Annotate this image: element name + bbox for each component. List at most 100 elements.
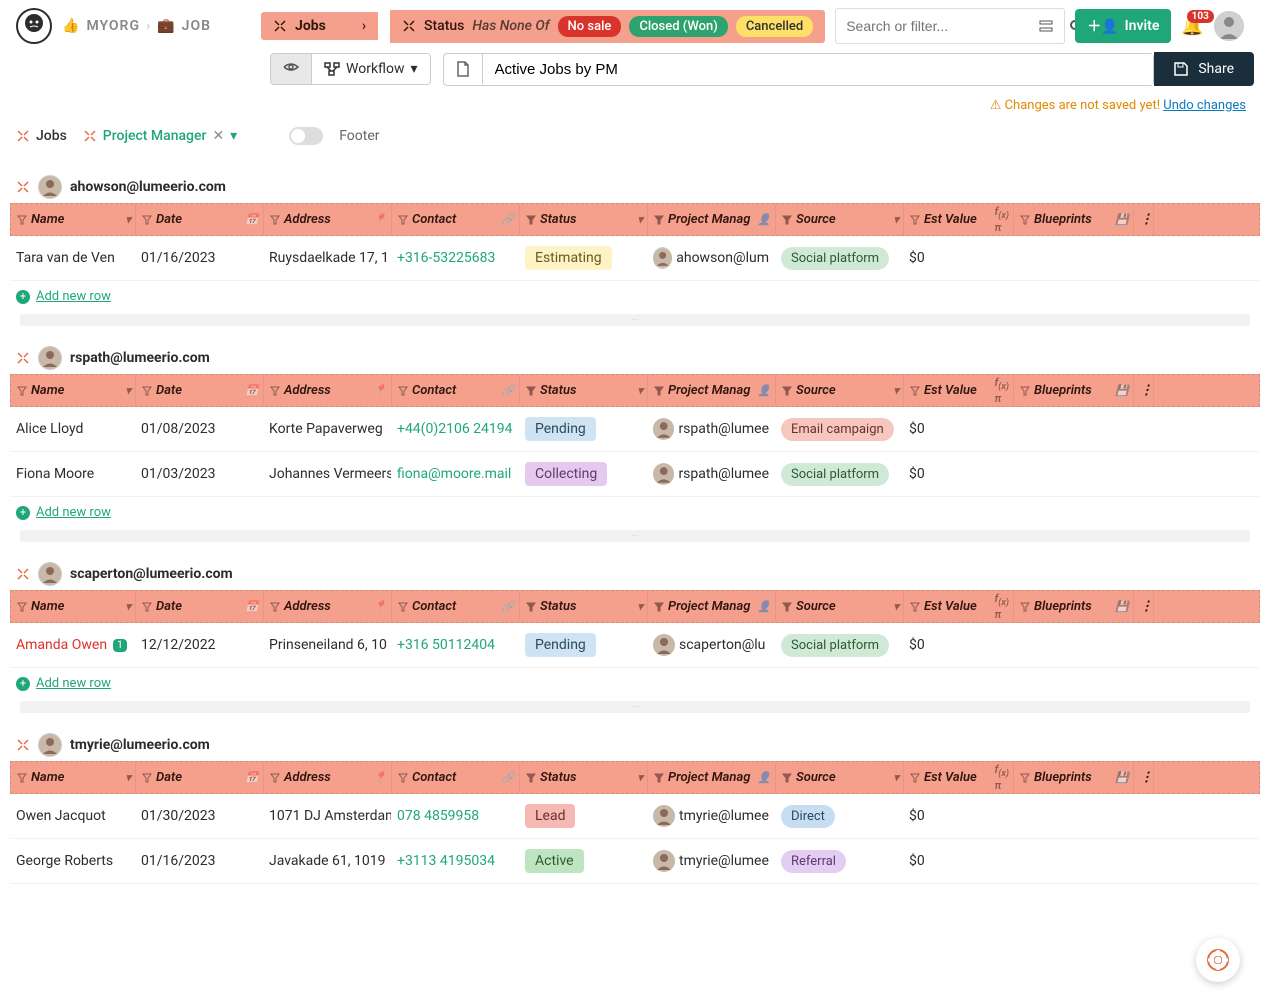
cell-pm[interactable]: rspath@lumee [678,421,769,437]
tag-cancelled[interactable]: Cancelled [736,16,813,37]
add-row-button[interactable]: +Add new row [10,668,1260,699]
cell-name[interactable]: Tara van de Ven [16,250,115,266]
column-status[interactable]: Status▾ [520,591,648,622]
cell-contact[interactable]: +3113 4195034 [397,853,495,869]
filter-icon[interactable] [142,215,152,225]
column-more[interactable]: ⋮ [1134,375,1154,406]
filter-icon[interactable] [910,215,920,225]
cell-contact[interactable]: 078 4859958 [397,808,479,824]
table-row[interactable]: Alice Lloyd01/08/2023Korte Papaverweg+44… [10,407,1260,452]
cell-contact[interactable]: +316-53225683 [397,250,495,266]
footer-toggle[interactable] [289,127,323,145]
cell-pm[interactable]: scaperton@lu [679,637,765,653]
cell-contact[interactable]: +44(0)2106 24194 [397,421,513,437]
column-source[interactable]: Source▾ [776,375,904,406]
column-source[interactable]: Source▾ [776,762,904,793]
source-pill[interactable]: Social platform [781,247,889,270]
filter-icon[interactable] [910,602,920,612]
column-bp[interactable]: Blueprints💾 [1014,204,1134,235]
table-row[interactable]: Amanda Owen112/12/2022Prinseneiland 6, 1… [10,623,1260,668]
cell-address[interactable]: 1071 DJ Amsterdam [263,794,391,838]
filter-icon[interactable] [782,602,792,612]
column-est[interactable]: Est Valuef(x)π [904,204,1014,235]
cell-name[interactable]: Fiona Moore [16,466,94,482]
column-status[interactable]: Status▾ [520,375,648,406]
column-pm[interactable]: Project Manag👤 [648,375,776,406]
filter-icon[interactable] [17,215,27,225]
cell-blueprints[interactable] [1013,407,1133,451]
column-name[interactable]: Name▾ [11,204,136,235]
filter-icon[interactable] [398,773,408,783]
cell-blueprints[interactable] [1013,794,1133,838]
filter-icon[interactable] [17,602,27,612]
filter-icon[interactable] [398,215,408,225]
column-est[interactable]: Est Valuef(x)π [904,762,1014,793]
filter-icon[interactable] [526,215,536,225]
cell-pm[interactable]: tmyrie@lumee [679,808,769,824]
source-pill[interactable]: Email campaign [781,418,894,441]
column-address[interactable]: Address📍 [264,375,392,406]
view-title-input[interactable] [443,53,1155,86]
filter-jobs-chip[interactable]: Jobs › [261,12,378,40]
column-name[interactable]: Name▾ [11,591,136,622]
cell-date[interactable]: 01/16/2023 [135,839,263,883]
filter-icon[interactable] [17,773,27,783]
filter-icon[interactable] [526,773,536,783]
status-pill[interactable]: Pending [525,633,596,657]
group-resize-handle[interactable]: ⋯ [20,314,1250,326]
filter-icon[interactable] [910,386,920,396]
group-header[interactable]: ahowson@lumeerio.com [10,171,1260,203]
filter-icon[interactable] [398,602,408,612]
breadcrumb-org[interactable]: MYORG [86,18,140,34]
column-date[interactable]: Date📅 [136,375,264,406]
filter-icon[interactable] [1020,773,1030,783]
column-more[interactable]: ⋮ [1134,591,1154,622]
column-name[interactable]: Name▾ [11,762,136,793]
filter-icon[interactable] [270,773,280,783]
cell-name[interactable]: Amanda Owen [16,637,107,653]
filter-icon[interactable] [782,386,792,396]
column-status[interactable]: Status▾ [520,204,648,235]
filter-icon[interactable] [142,773,152,783]
tab-jobs[interactable]: Jobs [16,128,67,144]
filter-icon[interactable] [142,602,152,612]
filter-icon[interactable] [526,602,536,612]
close-icon[interactable]: ✕ [212,128,224,144]
help-button[interactable] [1196,938,1240,982]
filter-icon[interactable] [782,215,792,225]
share-button[interactable]: Share [1154,52,1254,86]
cell-pm[interactable]: rspath@lumee [678,466,769,482]
column-bp[interactable]: Blueprints💾 [1014,375,1134,406]
filter-icon[interactable] [654,215,664,225]
column-est[interactable]: Est Valuef(x)π [904,591,1014,622]
undo-link[interactable]: Undo changes [1163,98,1246,113]
column-address[interactable]: Address📍 [264,591,392,622]
cell-name[interactable]: George Roberts [16,853,113,869]
cell-est[interactable]: $0 [903,452,1013,496]
filter-icon[interactable] [654,386,664,396]
status-pill[interactable]: Pending [525,417,596,441]
filter-icon[interactable] [654,773,664,783]
cell-date[interactable]: 01/03/2023 [135,452,263,496]
cell-address[interactable]: Javakade 61, 1019 [263,839,391,883]
column-date[interactable]: Date📅 [136,762,264,793]
cell-pm[interactable]: tmyrie@lumee [679,853,769,869]
column-status[interactable]: Status▾ [520,762,648,793]
cell-blueprints[interactable] [1013,452,1133,496]
group-header[interactable]: scaperton@lumeerio.com [10,558,1260,590]
cell-date[interactable]: 12/12/2022 [135,623,263,667]
comment-badge[interactable]: 1 [113,639,127,652]
cell-blueprints[interactable] [1013,839,1133,883]
user-avatar[interactable] [1214,11,1244,41]
cell-address[interactable]: Korte Papaverweg [263,407,391,451]
group-header[interactable]: rspath@lumeerio.com [10,342,1260,374]
tag-no-sale[interactable]: No sale [558,16,622,37]
column-more[interactable]: ⋮ [1134,204,1154,235]
source-pill[interactable]: Social platform [781,463,889,486]
filter-icon[interactable] [398,386,408,396]
cell-date[interactable]: 01/16/2023 [135,236,263,280]
filter-icon[interactable] [1020,386,1030,396]
cell-est[interactable]: $0 [903,839,1013,883]
filter-icon[interactable] [142,386,152,396]
status-pill[interactable]: Collecting [525,462,607,486]
